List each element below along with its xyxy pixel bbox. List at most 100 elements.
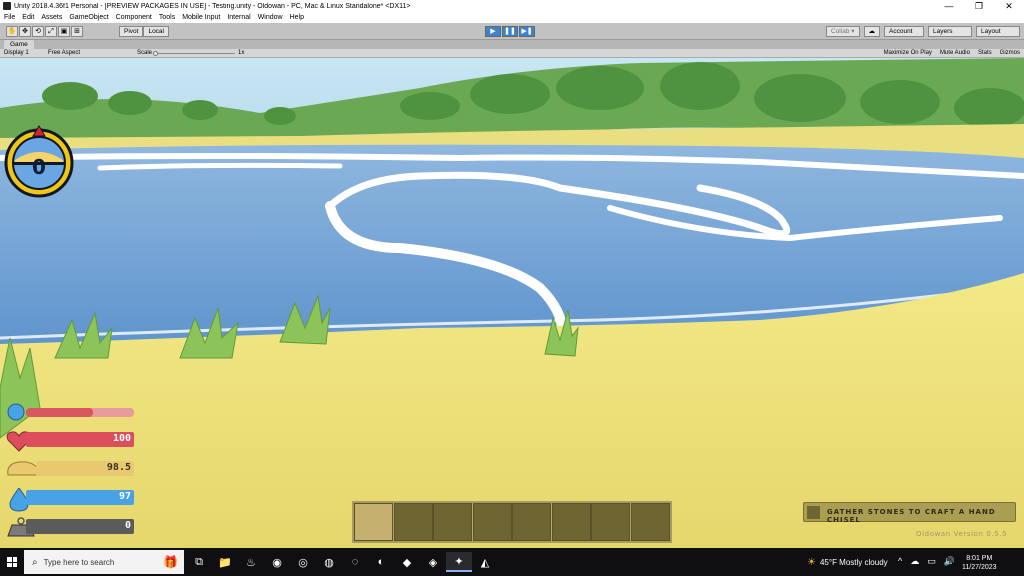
menu-edit[interactable]: Edit [22,14,34,21]
volume-icon[interactable]: 🔊 [944,556,955,567]
spotify-icon[interactable]: ◌ [342,552,368,572]
scale-slider-thumb[interactable] [153,51,158,56]
hotbar-slot[interactable] [354,503,393,541]
visual-studio-icon[interactable]: ◈ [420,552,446,572]
menu-bar: File Edit Assets GameObject Component To… [0,12,1024,23]
temperature-bar-fill [26,408,93,417]
play-button[interactable]: ▶ [485,26,501,37]
task-view-icon[interactable]: ⧉ [186,552,212,572]
move-tool-icon[interactable]: ✥ [19,26,31,37]
hotbar-slot[interactable] [512,503,551,541]
menu-tools[interactable]: Tools [159,14,175,21]
menu-help[interactable]: Help [290,14,304,21]
close-button[interactable]: ✕ [994,0,1024,12]
menu-mobile-input[interactable]: Mobile Input [182,14,220,21]
menu-window[interactable]: Window [258,14,283,21]
health-bar: 100 [26,432,134,447]
unity-editor-icon[interactable]: ✦ [446,552,472,572]
onedrive-icon[interactable]: ☁ [910,556,919,567]
maximize-button[interactable]: ❐ [964,0,994,12]
hand-tool-icon[interactable]: ✋ [6,26,18,37]
scale-value: 1x [238,50,245,56]
aspect-dropdown[interactable]: Free Aspect [48,49,80,58]
minimize-button[interactable]: — [934,0,964,12]
unity-logo-icon [3,2,11,10]
weather-text: 45°F Mostly cloudy [819,558,888,567]
menu-internal[interactable]: Internal [227,14,250,21]
scale-slider-track[interactable] [155,53,235,54]
hunger-bar: 98.5 [36,461,134,476]
rotate-tool-icon[interactable]: ⟲ [32,26,44,37]
obs-icon[interactable]: ◭ [472,552,498,572]
hotbar-slot[interactable] [393,503,433,541]
github-icon[interactable]: ◆ [394,552,420,572]
weather-widget[interactable]: ☀ 45°F Mostly cloudy [807,557,888,568]
task-text: GATHER STONES TO CRAFT A HAND CHISEL [827,508,996,524]
display-dropdown[interactable]: Display 1 [4,49,29,58]
hotbar-slot[interactable] [433,503,472,541]
file-explorer-icon[interactable]: 📁 [212,552,238,572]
local-toggle[interactable]: Local [143,26,169,37]
step-button[interactable]: ▶❚ [519,26,535,37]
unity-hub-icon[interactable]: ◐ [368,552,394,572]
rect-tool-icon[interactable]: ▣ [58,26,70,37]
steam-icon[interactable]: ♨ [238,552,264,572]
menu-gameobject[interactable]: GameObject [69,14,108,21]
window-title: Unity 2018.4.36f1 Personal - [PREVIEW PA… [14,2,411,10]
tab-game[interactable]: Game [4,40,34,49]
search-icon: ⌕ [32,556,38,568]
discord-icon[interactable]: ◎ [290,552,316,572]
menu-file[interactable]: File [4,14,15,21]
cloud-icon[interactable]: ☁ [863,26,880,37]
health-value: 100 [112,433,131,444]
weight-value: 0 [124,520,131,531]
maximize-on-play-toggle[interactable]: Maximize On Play [884,49,932,58]
system-tray: ^ ☁ ▭ 🔊 [898,556,963,567]
tray-expand-icon[interactable]: ^ [898,556,902,567]
game-scene [0,58,1024,548]
layout-dropdown[interactable]: Layout [976,26,1020,37]
firefox-icon[interactable]: ◍ [316,552,342,572]
thirst-bar: 97 [26,490,134,505]
layers-dropdown[interactable]: Layers [928,26,972,37]
network-icon[interactable]: ▭ [927,556,936,567]
scale-tool-icon[interactable]: ⤢ [45,26,57,37]
toolbar: ✋ ✥ ⟲ ⤢ ▣ ⊞ Pivot Local ▶ ❚❚ ▶❚ Collab ▾… [0,23,1024,40]
hotbar-slot[interactable] [591,503,630,541]
temperature-bar [26,408,134,417]
transform-tool-icon[interactable]: ⊞ [71,26,83,37]
game-tab-strip: Game [0,40,1024,49]
task-objective: GATHER STONES TO CRAFT A HAND CHISEL [803,502,1016,524]
game-view-toolbar: Display 1 Free Aspect Scale 1x Maximize … [0,49,1024,58]
menu-component[interactable]: Component [116,14,152,21]
mute-audio-toggle[interactable]: Mute Audio [940,49,970,58]
pause-button[interactable]: ❚❚ [502,26,518,37]
gizmos-dropdown[interactable]: Gizmos [1000,49,1020,58]
account-dropdown[interactable]: Account [884,26,924,37]
clock-date: 11/27/2023 [962,564,997,571]
taskbar-search[interactable]: ⌕ Type here to search 🎁 [24,550,184,574]
collab-dropdown[interactable]: Collab ▾ [826,26,860,37]
hotbar [352,501,672,543]
menu-assets[interactable]: Assets [41,14,62,21]
taskbar-clock[interactable]: 8:01 PM 11/27/2023 [962,554,997,572]
thirst-value: 97 [118,491,131,502]
stats-toggle[interactable]: Stats [978,49,992,58]
chrome-icon[interactable]: ◉ [264,552,290,572]
thermometer-icon [7,403,25,421]
task-checkbox [807,506,820,519]
taskbar-apps: ⧉ 📁 ♨ ◉ ◎ ◍ ◌ ◐ ◆ ◈ ✦ ◭ [186,552,498,572]
hotbar-slot[interactable] [551,503,591,541]
scale-label: Scale [137,50,153,56]
hotbar-slot[interactable] [472,503,512,541]
start-button[interactable] [0,548,24,576]
clock-time: 8:01 PM [966,555,993,562]
search-highlight-icon: 🎁 [163,555,178,569]
pivot-toggle[interactable]: Pivot [119,26,144,37]
windows-logo-icon [7,557,17,567]
game-view[interactable]: 0 [0,58,1024,548]
hunger-value: 98.5 [106,462,131,473]
title-bar: Unity 2018.4.36f1 Personal - [PREVIEW PA… [0,0,1024,12]
search-placeholder: Type here to search [43,557,115,567]
hotbar-slot[interactable] [630,503,670,541]
